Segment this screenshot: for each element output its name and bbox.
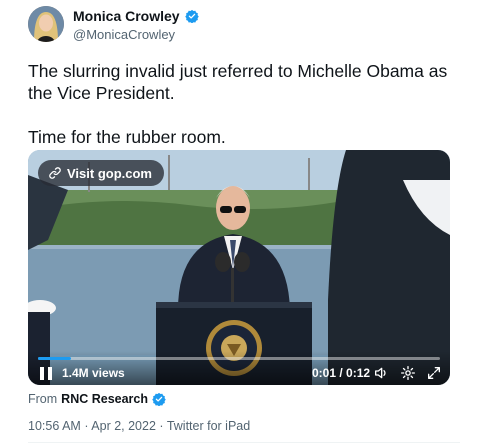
source-name[interactable]: RNC Research	[61, 392, 148, 406]
verified-badge-icon	[184, 9, 199, 23]
source-prefix: From	[28, 392, 58, 406]
visit-link-button[interactable]: Visit gop.com	[38, 160, 164, 186]
view-count: 1.4M views	[62, 366, 125, 380]
media-source-row: From RNC Research	[28, 392, 166, 406]
tweet-card: Monica Crowley @MonicaCrowley The slurri…	[0, 0, 480, 448]
author-name[interactable]: Monica Crowley	[73, 8, 180, 24]
visit-link-label: Visit gop.com	[67, 165, 152, 181]
tweet-text: The slurring invalid just referred to Mi…	[28, 61, 448, 147]
tweet-time[interactable]: 10:56 AM	[28, 419, 81, 433]
tweet-meta: 10:56 AM · Apr 2, 2022 · Twitter for iPa…	[28, 419, 250, 433]
tweet-client[interactable]: Twitter for iPad	[167, 419, 250, 433]
volume-icon[interactable]	[373, 365, 389, 381]
tweet-date[interactable]: Apr 2, 2022	[91, 419, 156, 433]
video-progress-fill	[38, 357, 72, 360]
verified-badge-icon	[152, 392, 166, 406]
author-row: Monica Crowley	[73, 8, 199, 24]
link-icon	[49, 167, 61, 179]
meta-separator: ·	[159, 419, 164, 433]
author-handle[interactable]: @MonicaCrowley	[73, 27, 175, 42]
meta-separator: ·	[84, 419, 89, 433]
settings-icon[interactable]	[400, 365, 416, 381]
pause-icon[interactable]	[40, 367, 52, 380]
video-controls: 1.4M views 0:01 / 0:12	[28, 351, 450, 385]
video-player[interactable]: Visit gop.com 1.4M views 0:01 / 0:12	[28, 150, 450, 385]
fullscreen-icon[interactable]	[426, 365, 442, 381]
video-progress-bar[interactable]	[38, 357, 440, 360]
divider	[28, 442, 460, 443]
avatar[interactable]	[28, 6, 64, 42]
video-time: 0:01 / 0:12	[312, 366, 371, 380]
